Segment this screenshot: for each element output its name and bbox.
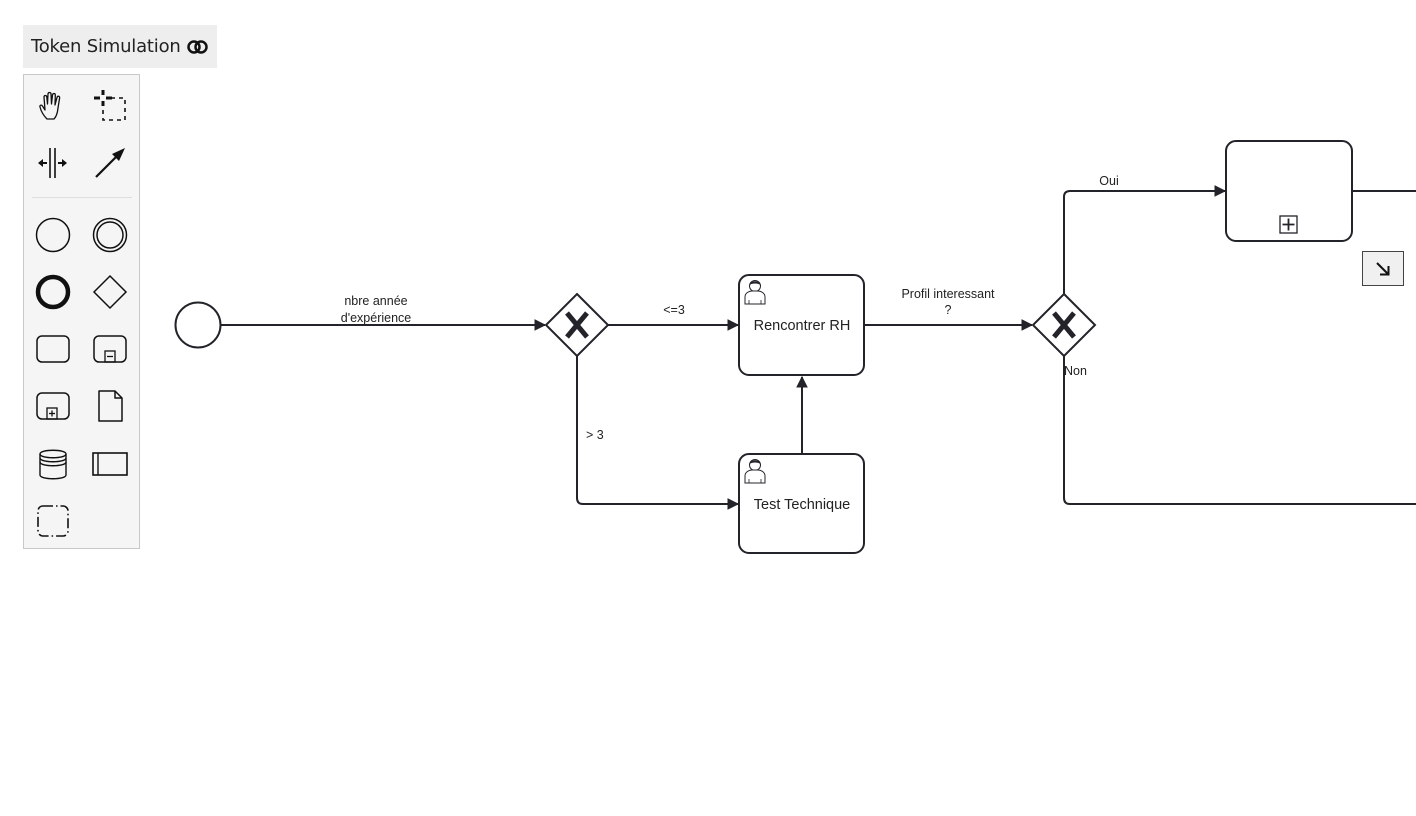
flow-start-to-gateway1[interactable]: nbre année d'expérience	[221, 294, 547, 331]
start-event[interactable]	[174, 301, 222, 349]
minimap-toggle-button[interactable]	[1362, 251, 1404, 286]
flow-label-non: Non	[1064, 364, 1087, 378]
bpmn-canvas: nbre année d'expérience <=3 > 3 Profil in…	[174, 140, 1416, 554]
task-label: Test Technique	[754, 497, 850, 513]
flow-gateway1-to-test-technique[interactable]: > 3	[576, 356, 740, 510]
user-task-rencontrer-rh[interactable]: Rencontrer RH	[738, 274, 865, 376]
flow-label-le3: <=3	[663, 303, 685, 317]
flow-label-gt3: > 3	[586, 428, 604, 442]
flow-label-profil: Profil interessant?	[901, 287, 995, 317]
exclusive-gateway-profil[interactable]	[1031, 292, 1097, 358]
user-task-test-technique[interactable]: Test Technique	[738, 453, 865, 554]
flow-label-oui: Oui	[1099, 174, 1118, 188]
task-label: Rencontrer RH	[754, 318, 851, 334]
flow-gateway2-oui[interactable]: Oui	[1063, 174, 1227, 294]
exclusive-gateway-experience[interactable]	[544, 292, 610, 358]
expand-marker-icon[interactable]	[1279, 215, 1298, 234]
flow-rencontrer-rh-to-gateway2[interactable]: Profil interessant?	[865, 287, 1034, 331]
flow-gateway2-non[interactable]: Non	[1063, 356, 1416, 505]
flow-gateway1-to-rencontrer-rh[interactable]: <=3	[608, 303, 740, 331]
flow-label-experience: nbre année d'expérience	[341, 294, 412, 325]
collapsed-subprocess[interactable]	[1225, 140, 1353, 242]
open-minimap-icon	[1376, 261, 1390, 275]
